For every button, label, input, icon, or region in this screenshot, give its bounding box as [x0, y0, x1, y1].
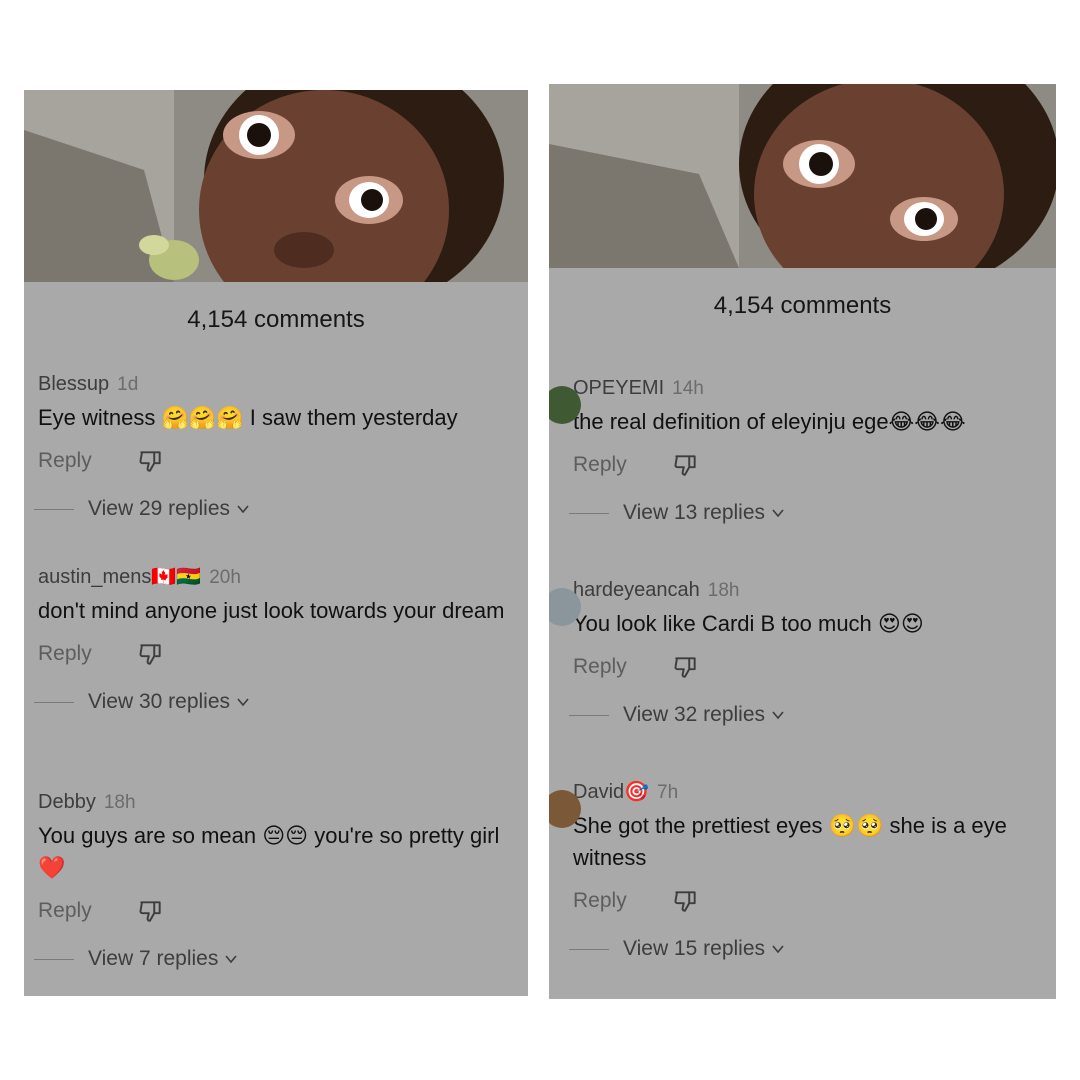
comments-count-title: 4,154 comments [187, 306, 365, 333]
reply-button[interactable]: Reply [573, 889, 673, 913]
comment-text: the real definition of eleyinju ege😂😂😂 [573, 409, 966, 434]
comment-time: 20h [209, 567, 241, 588]
video-thumbnail[interactable] [549, 84, 1056, 268]
comment-item: hardeyeancah 18h You look like Cardi B to… [549, 578, 1056, 730]
divider-line [569, 512, 609, 514]
comment-item: OPEYEMI 14h the real definition of eleyin… [549, 376, 1056, 528]
comment-text: don't mind anyone just look towards your… [38, 598, 505, 623]
comment-username[interactable]: hardeyeancah [573, 579, 700, 601]
thumbs-down-icon[interactable] [138, 898, 164, 924]
comments-panel-right: 4,154 comments OPEYEMI 14h the real defin… [549, 84, 1056, 999]
chevron-down-icon [225, 955, 237, 964]
view-replies-button[interactable]: View 13 replies [569, 498, 1056, 528]
thumbs-down-icon[interactable] [673, 888, 699, 914]
view-replies-button[interactable]: View 29 replies [34, 494, 520, 524]
comment-time: 1d [117, 374, 139, 395]
comment-username[interactable]: Blessup [38, 373, 109, 395]
reply-button[interactable]: Reply [573, 655, 673, 679]
reply-button[interactable]: Reply [573, 453, 673, 477]
view-replies-label: View 32 replies [623, 703, 766, 726]
chevron-down-icon [237, 698, 249, 707]
view-replies-label: View 13 replies [623, 501, 766, 524]
view-replies-button[interactable]: View 15 replies [569, 934, 1056, 964]
reply-button[interactable]: Reply [38, 449, 138, 473]
video-frame-image [24, 90, 528, 282]
chevron-down-icon [237, 505, 249, 514]
divider-line [569, 948, 609, 950]
comment-username[interactable]: David🎯 [573, 781, 649, 803]
view-replies-button[interactable]: View 32 replies [569, 700, 1056, 730]
video-thumbnail[interactable] [24, 90, 528, 282]
comment-item: Debby 18h You guys are so mean 😔😔 you're … [34, 790, 520, 974]
thumbs-down-icon[interactable] [138, 641, 164, 667]
thumbs-down-icon[interactable] [138, 448, 164, 474]
view-replies-label: View 15 replies [623, 937, 766, 960]
comment-text: You look like Cardi B too much 😍😍 [573, 611, 924, 636]
comment-item: David🎯 7h She got the prettiest eyes 🥺🥺 s… [549, 780, 1056, 964]
comment-text: You guys are so mean 😔😔 you're so pretty… [38, 823, 506, 880]
divider-line [34, 508, 74, 510]
reply-button[interactable]: Reply [38, 899, 138, 923]
comment-time: 7h [657, 782, 679, 803]
view-replies-label: View 30 replies [88, 690, 231, 713]
comment-username[interactable]: austin_mens🇨🇦🇬🇭 [38, 566, 201, 588]
view-replies-button[interactable]: View 30 replies [34, 687, 520, 717]
comment-time: 14h [672, 378, 704, 399]
comment-item: Blessup 1d Eye witness 🤗🤗🤗 I saw them yes… [34, 372, 520, 524]
chevron-down-icon [772, 711, 784, 720]
thumbs-down-icon[interactable] [673, 654, 699, 680]
chevron-down-icon [772, 509, 784, 518]
view-replies-button[interactable]: View 7 replies [34, 944, 520, 974]
comment-username[interactable]: OPEYEMI [573, 377, 664, 399]
video-frame-image [549, 84, 1056, 268]
comment-text: Eye witness 🤗🤗🤗 I saw them yesterday [38, 405, 458, 430]
comments-count-title: 4,154 comments [713, 292, 892, 319]
comments-panel-left: 4,154 comments Blessup 1d Eye witness 🤗🤗🤗… [24, 90, 528, 996]
divider-line [569, 714, 609, 716]
view-replies-label: View 7 replies [88, 947, 219, 970]
chevron-down-icon [772, 945, 784, 954]
divider-line [34, 958, 74, 960]
comment-text: She got the prettiest eyes 🥺🥺 she is a e… [573, 813, 1014, 870]
reply-button[interactable]: Reply [38, 642, 138, 666]
comment-item: austin_mens🇨🇦🇬🇭 20h don't mind anyone jus… [34, 565, 520, 717]
comment-time: 18h [103, 792, 136, 813]
comment-username[interactable]: Debby [38, 791, 96, 813]
thumbs-down-icon[interactable] [673, 452, 699, 478]
view-replies-label: View 29 replies [88, 497, 231, 520]
divider-line [34, 701, 74, 703]
comment-time: 18h [707, 580, 740, 601]
